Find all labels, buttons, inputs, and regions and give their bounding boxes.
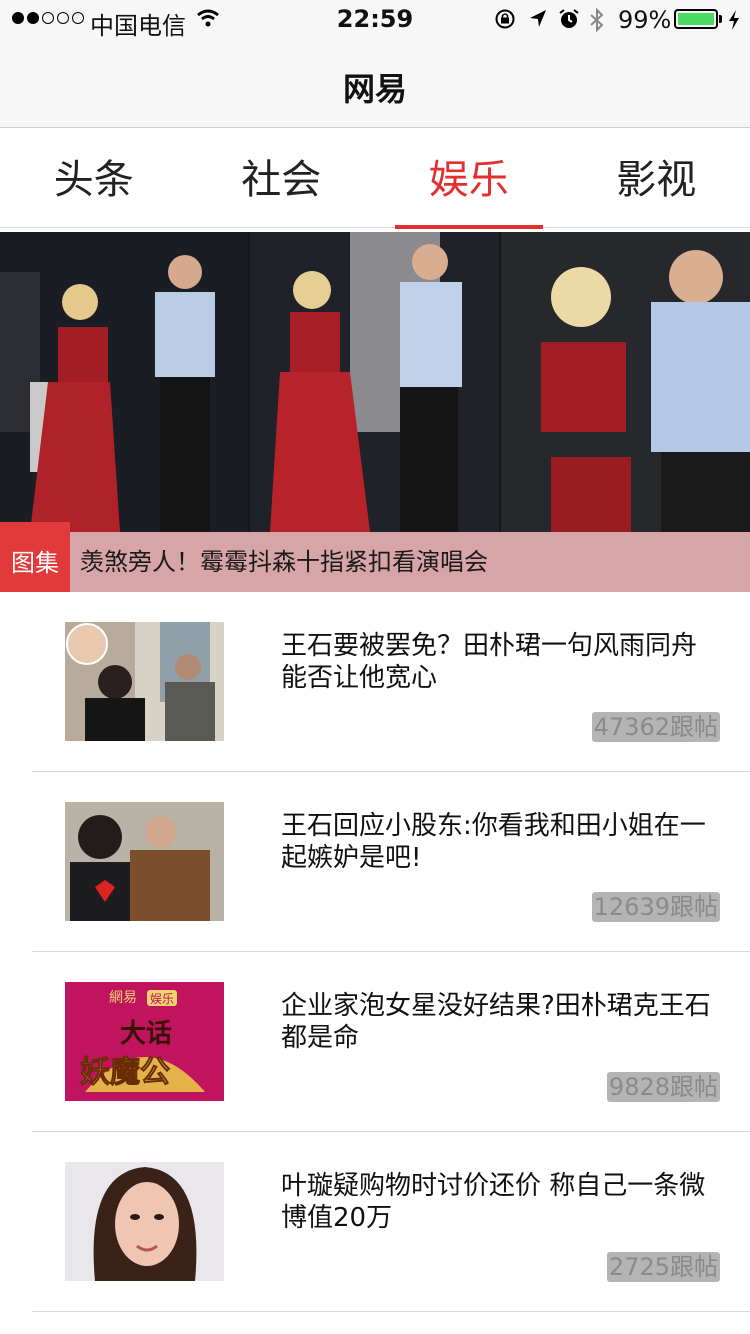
reply-count-badge: 9828跟帖 — [606, 1072, 720, 1102]
banner-photo-3 — [501, 232, 750, 532]
battery-icon — [674, 9, 718, 29]
battery-percent: 99% — [618, 6, 672, 34]
list-item[interactable]: 王石回应小股东:你看我和田小姐在一起嫉妒是吧! 12639跟帖 — [32, 772, 750, 952]
tab-headlines[interactable]: 头条 — [0, 128, 188, 227]
news-thumbnail — [65, 1162, 224, 1281]
banner-carousel[interactable]: 图集 羡煞旁人！霉霉抖森十指紧扣看演唱会 — [0, 232, 750, 592]
reply-count-badge: 2725跟帖 — [606, 1252, 720, 1282]
gallery-tag: 图集 — [0, 522, 70, 592]
news-title: 企业家泡女星没好结果?田朴珺克王石都是命 — [281, 991, 711, 1053]
navigation-bar: 网易 — [0, 40, 750, 128]
news-title: 王石要被罢免？田朴珺一句风雨同舟能否让他宽心 — [281, 631, 698, 693]
bluetooth-icon — [590, 8, 604, 32]
news-thumbnail: 網易 娱乐 大话 妖魔公 — [65, 982, 224, 1101]
reply-count-badge: 47362跟帖 — [591, 712, 720, 742]
reply-count-badge: 12639跟帖 — [591, 892, 720, 922]
list-item[interactable]: 網易 娱乐 大话 妖魔公 企业家泡女星没好结果?田朴珺克王石都是命 9828跟帖 — [32, 952, 750, 1132]
rotation-lock-icon — [495, 9, 515, 29]
tab-society[interactable]: 社会 — [188, 128, 376, 227]
thumb-title-2: 妖魔公 — [80, 1055, 170, 1090]
tab-film-tv[interactable]: 影视 — [563, 128, 750, 227]
category-tabs: 头条 社会 娱乐 影视 — [0, 128, 750, 229]
banner-photo-1 — [0, 232, 248, 532]
banner-caption[interactable]: 图集 羡煞旁人！霉霉抖森十指紧扣看演唱会 — [0, 522, 750, 592]
banner-caption-text: 羡煞旁人！霉霉抖森十指紧扣看演唱会 — [80, 548, 488, 576]
list-item[interactable]: 叶璇疑购物时讨价还价 称自己一条微博值20万 2725跟帖 — [32, 1132, 750, 1312]
location-arrow-icon — [530, 10, 546, 27]
thumb-badge: 娱乐 — [150, 992, 174, 1006]
news-thumbnail — [65, 802, 224, 921]
thumb-title-1: 大话 — [120, 1019, 172, 1049]
news-title: 王石回应小股东:你看我和田小姐在一起嫉妒是吧! — [281, 811, 706, 873]
page-title: 网易 — [342, 70, 407, 108]
thumb-brand: 網易 — [109, 990, 137, 1006]
news-thumbnail — [65, 622, 224, 741]
news-title: 叶璇疑购物时讨价还价 称自己一条微博值20万 — [281, 1171, 706, 1233]
tab-entertainment[interactable]: 娱乐 — [375, 128, 563, 229]
status-bar: 中国电信 22:59 99% — [0, 0, 750, 40]
list-item[interactable]: 王石要被罢免？田朴珺一句风雨同舟能否让他宽心 47362跟帖 — [32, 592, 750, 772]
banner-photo-2 — [250, 232, 499, 532]
battery-tip — [719, 15, 722, 23]
alarm-icon — [559, 9, 579, 28]
charging-icon — [729, 10, 739, 30]
